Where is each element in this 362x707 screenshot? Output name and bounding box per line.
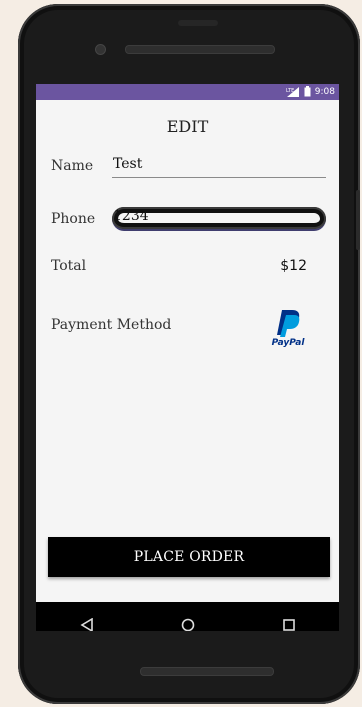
earpiece-speaker	[125, 45, 275, 54]
status-icons: LTE 9:08	[286, 86, 335, 97]
paypal-logo-text: PayPal	[272, 338, 306, 348]
top-notch	[178, 20, 218, 26]
edit-form: EDIT Name Phone Total $12 Payment Method…	[36, 100, 339, 631]
back-icon[interactable]	[75, 613, 99, 631]
front-camera	[95, 44, 106, 55]
signal-icon: LTE	[286, 86, 300, 97]
total-label: Total	[51, 258, 87, 274]
status-bar: LTE 9:08	[36, 84, 339, 100]
paypal-logo-icon[interactable]: PayPal	[268, 308, 308, 348]
name-label: Name	[51, 158, 94, 174]
bottom-speaker	[140, 667, 274, 676]
recents-icon[interactable]	[277, 613, 301, 632]
phone-field[interactable]	[112, 207, 326, 231]
name-field[interactable]	[112, 154, 326, 178]
payment-method-label: Payment Method	[51, 317, 172, 333]
phone-label: Phone	[51, 211, 96, 227]
total-value: $12	[280, 258, 307, 274]
battery-icon	[304, 86, 311, 97]
page-title: EDIT	[166, 117, 209, 136]
network-type: LTE	[286, 88, 294, 94]
place-order-button[interactable]: PLACE ORDER	[48, 537, 330, 577]
home-icon[interactable]	[176, 613, 200, 632]
app-screen: LTE 9:08 EDIT Name Phone Total $12 Payme…	[36, 84, 339, 631]
clock: 9:08	[314, 86, 335, 97]
side-button	[356, 190, 360, 250]
nav-bar	[36, 602, 339, 631]
